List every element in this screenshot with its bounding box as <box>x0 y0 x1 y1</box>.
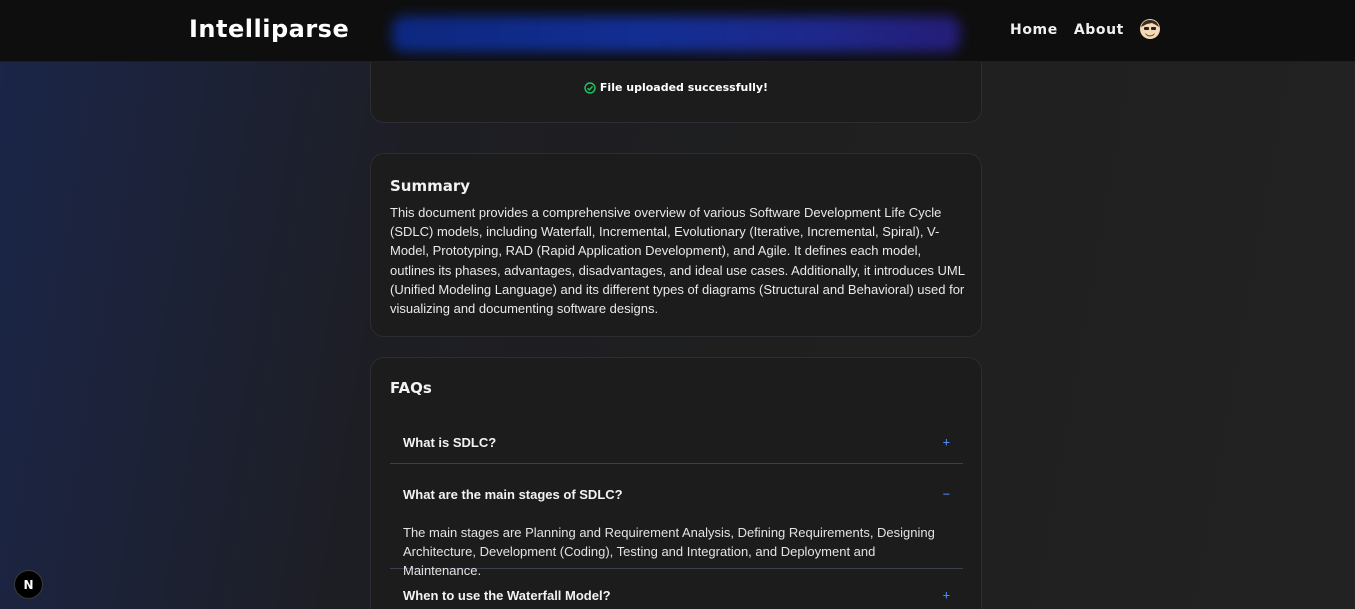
brand-logo[interactable]: Intelliparse <box>189 15 349 43</box>
faq-question: When to use the Waterfall Model? <box>403 587 611 603</box>
search-bar-glow[interactable] <box>392 16 960 52</box>
faq-title: FAQs <box>390 379 432 397</box>
faq-question-toggle[interactable]: When to use the Waterfall Model? + <box>390 573 963 609</box>
faq-answer: The main stages are Planning and Require… <box>403 525 935 578</box>
faq-item: When to use the Waterfall Model? + <box>390 573 963 609</box>
nav-links: Home About <box>1010 22 1124 38</box>
upload-status: File uploaded successfully! <box>371 81 981 94</box>
user-avatar-icon[interactable] <box>1139 18 1161 40</box>
check-circle-icon <box>584 81 596 94</box>
minus-icon[interactable]: − <box>943 487 950 501</box>
faq-item: What are the main stages of SDLC? − The … <box>390 472 963 578</box>
faq-question: What are the main stages of SDLC? <box>403 486 623 502</box>
nav-link-home[interactable]: Home <box>1010 22 1058 38</box>
nav-link-about[interactable]: About <box>1074 22 1124 38</box>
faq-question: What is SDLC? <box>403 434 497 450</box>
summary-title: Summary <box>390 177 471 195</box>
dev-tools-badge[interactable]: N <box>14 570 43 599</box>
navbar: Intelliparse Home About <box>0 0 1355 62</box>
faq-question-toggle[interactable]: What are the main stages of SDLC? − <box>390 472 963 516</box>
summary-card: Summary This document provides a compreh… <box>370 153 982 337</box>
faq-card: FAQs What is SDLC? + What are the main s… <box>370 357 982 609</box>
plus-icon[interactable]: + <box>943 435 950 449</box>
faq-question-toggle[interactable]: What is SDLC? + <box>390 420 963 464</box>
faq-list: What is SDLC? + What are the main stages… <box>390 420 963 609</box>
upload-status-text: File uploaded successfully! <box>599 81 769 94</box>
plus-icon[interactable]: + <box>943 588 950 602</box>
faq-item: What is SDLC? + <box>390 420 963 464</box>
summary-text: This document provides a comprehensive o… <box>390 205 965 317</box>
